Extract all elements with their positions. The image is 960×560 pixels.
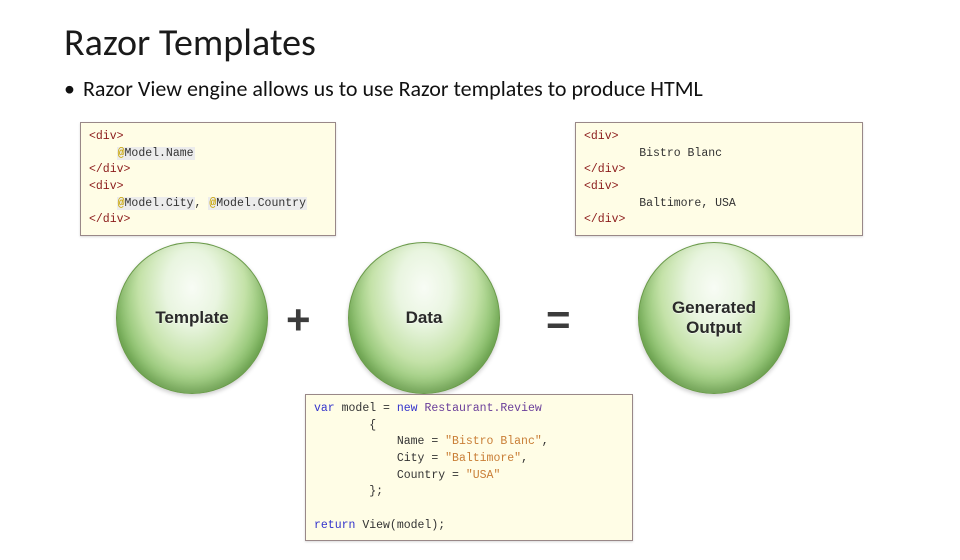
code-line: @Model.Country	[208, 197, 307, 210]
circle-output: GeneratedOutput	[638, 242, 790, 394]
plus-icon: +	[286, 299, 311, 341]
template-code-box: <div> @Model.Name </div> <div> @Model.Ci…	[80, 122, 336, 236]
code-line: @Model.Name	[117, 147, 195, 160]
code-line: <div>	[89, 180, 124, 193]
code-line: <div>	[584, 130, 619, 143]
code-line: {	[369, 419, 376, 432]
bullet-marker: •	[64, 74, 75, 104]
circle-template-label: Template	[155, 308, 228, 328]
circle-data: Data	[348, 242, 500, 394]
bullet-text: Razor View engine allows us to use Razor…	[83, 74, 703, 104]
circle-template: Template	[116, 242, 268, 394]
code-line: Bistro Blanc	[639, 147, 722, 160]
bullet-item: • Razor View engine allows us to use Raz…	[64, 74, 960, 104]
code-line: @Model.City	[117, 197, 195, 210]
slide-title: Razor Templates	[64, 20, 960, 66]
circle-output-label: GeneratedOutput	[672, 298, 756, 337]
code-line: };	[369, 485, 383, 498]
code-line: </div>	[89, 213, 130, 226]
equals-icon: =	[546, 299, 571, 341]
circle-data-label: Data	[406, 308, 443, 328]
code-line: </div>	[89, 163, 130, 176]
code-line: <div>	[584, 180, 619, 193]
output-code-box: <div> Bistro Blanc </div> <div> Baltimor…	[575, 122, 863, 236]
data-code-box: var model = new Restaurant.Review { Name…	[305, 394, 633, 541]
code-line: </div>	[584, 213, 625, 226]
code-line: var	[314, 402, 335, 415]
razor-diagram: Template + Data = GeneratedOutput <div> …	[80, 124, 880, 484]
code-line: Baltimore, USA	[639, 197, 736, 210]
code-line: <div>	[89, 130, 124, 143]
code-line: </div>	[584, 163, 625, 176]
code-line: return	[314, 519, 355, 532]
